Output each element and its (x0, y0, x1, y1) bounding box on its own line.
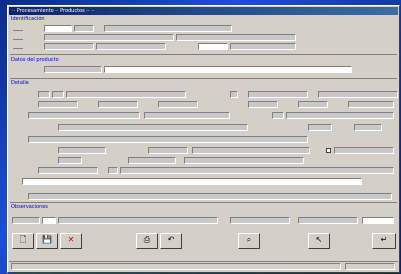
detail-f16[interactable] (286, 112, 394, 119)
detail-f23[interactable] (192, 147, 310, 154)
field-name[interactable] (104, 25, 232, 32)
label-3: ____ (13, 43, 23, 49)
field-desc-2[interactable] (176, 34, 296, 41)
search-button[interactable]: ⌕ (238, 233, 260, 249)
detail-f18[interactable] (308, 124, 332, 131)
detail-f12[interactable] (348, 101, 394, 108)
detail-f11[interactable] (298, 101, 328, 108)
detail-f24[interactable] (334, 147, 394, 154)
detail-f20[interactable] (28, 136, 308, 143)
field-number[interactable] (198, 43, 228, 50)
divider-2 (10, 78, 397, 79)
detail-f8[interactable] (98, 101, 138, 108)
status-bar (9, 261, 398, 271)
new-button[interactable]: 🗋 (12, 233, 34, 249)
detail-f2[interactable] (52, 91, 64, 98)
detail-f32[interactable] (28, 193, 392, 200)
window-title: ·· Procesamiento ·· Productos ·· ·· (9, 7, 398, 15)
detail-f25[interactable] (58, 157, 82, 164)
detail-f5[interactable] (248, 91, 308, 98)
undo-button[interactable]: ↶ (160, 233, 182, 249)
field-extra[interactable] (96, 43, 166, 50)
detail-f31[interactable] (22, 178, 362, 185)
section1-heading: Identificación (11, 16, 45, 22)
print-button[interactable]: ⎙ (136, 233, 158, 249)
detail-f4[interactable] (230, 91, 238, 98)
status-left (11, 263, 341, 270)
detail-f6[interactable] (318, 91, 398, 98)
exit-button[interactable]: ↵ (372, 233, 396, 249)
detail-f9[interactable] (158, 101, 198, 108)
field-desc[interactable] (44, 34, 174, 41)
detail-f26[interactable] (128, 157, 176, 164)
divider-3 (10, 202, 397, 203)
detail-f10[interactable] (248, 101, 278, 108)
divider-1 (10, 54, 397, 55)
detail-f22[interactable] (148, 147, 188, 154)
detail-f29[interactable] (108, 167, 118, 174)
obs-f3[interactable] (58, 217, 218, 224)
label-2: ____ (13, 34, 23, 40)
detail-f7[interactable] (38, 101, 78, 108)
obs-f2[interactable] (42, 217, 56, 224)
field-type[interactable] (74, 25, 94, 32)
delete-button[interactable]: ✕ (60, 233, 82, 249)
detail-f27[interactable] (184, 157, 304, 164)
detail-f28[interactable] (38, 167, 98, 174)
section4-heading: Observaciones (11, 204, 48, 210)
obs-f4[interactable] (230, 217, 290, 224)
section2-heading: Datos del producto (11, 57, 59, 63)
detail-f1[interactable] (38, 91, 50, 98)
detail-f3[interactable] (66, 91, 186, 98)
field-date[interactable] (44, 43, 94, 50)
detail-f17[interactable] (58, 124, 248, 131)
detail-f14[interactable] (144, 112, 230, 119)
field-product[interactable] (44, 66, 102, 73)
detail-f19[interactable] (354, 124, 382, 131)
status-right (345, 263, 395, 270)
field-product-name[interactable] (104, 66, 352, 73)
detail-checkbox[interactable] (326, 148, 331, 153)
field-code[interactable] (44, 25, 72, 32)
detail-f13[interactable] (28, 112, 140, 119)
obs-f6[interactable] (362, 217, 394, 224)
detail-f21[interactable] (58, 147, 106, 154)
label-1: ____ (13, 25, 23, 31)
section3-heading: Detalle (11, 80, 29, 86)
cursor-button[interactable]: ↖ (308, 233, 330, 249)
detail-f30[interactable] (120, 167, 394, 174)
field-number-2[interactable] (230, 43, 296, 50)
main-window: ·· Procesamiento ·· Productos ·· ·· Iden… (7, 5, 400, 273)
obs-f5[interactable] (298, 217, 358, 224)
save-button[interactable]: 💾 (36, 233, 58, 249)
detail-f15[interactable] (272, 112, 284, 119)
obs-f1[interactable] (12, 217, 40, 224)
